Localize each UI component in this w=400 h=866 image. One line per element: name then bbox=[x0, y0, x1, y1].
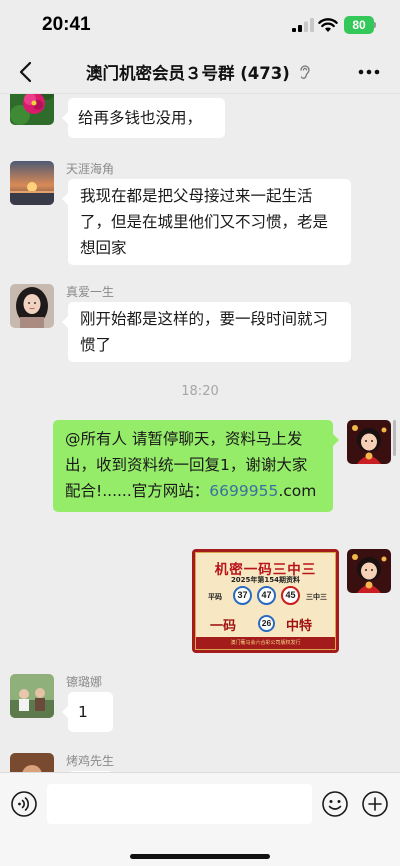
website-link[interactable]: 6699955 bbox=[209, 482, 278, 500]
message-bubble[interactable]: 刚开始都是这样的，要一段时间就习惯了 bbox=[62, 302, 351, 362]
ear-icon bbox=[300, 65, 310, 79]
number-ball: 37 bbox=[233, 586, 252, 605]
message-bubble-outgoing[interactable]: @所有人 请暂停聊天，资料马上发出，收到资料统一回复1，谢谢大家配合!.....… bbox=[53, 420, 339, 512]
message-bubble[interactable]: 我现在都是把父母接过来一起生活了，但是在城里他们又不习惯，老是想回家 bbox=[62, 179, 351, 265]
input-bar bbox=[0, 772, 400, 866]
my-avatar[interactable] bbox=[347, 420, 391, 464]
sender-name: 天涯海角 bbox=[66, 162, 115, 176]
battery-indicator: 80 bbox=[344, 16, 374, 34]
poster-content: 机密一码三中三 2025年第154期资料 平码 三中三 37 47 45 一码 … bbox=[195, 552, 336, 650]
poster-label-right: 三中三 bbox=[306, 593, 327, 601]
number-ball: 45 bbox=[281, 586, 300, 605]
poster-big-right: 中特 bbox=[286, 619, 313, 634]
home-indicator bbox=[130, 854, 270, 859]
message-text: 1 bbox=[78, 703, 88, 721]
special-number-ball: 26 bbox=[258, 615, 275, 632]
sender-name: 真爱一生 bbox=[66, 285, 115, 299]
avatar[interactable] bbox=[10, 674, 54, 718]
cellular-signal-icon bbox=[292, 18, 314, 32]
status-time: 20:41 bbox=[42, 14, 91, 35]
wifi-icon bbox=[318, 18, 338, 32]
chat-header: 澳门机密会员３号群 (473) bbox=[0, 50, 400, 94]
emoji-icon[interactable] bbox=[321, 790, 349, 818]
scrollbar[interactable] bbox=[393, 420, 396, 456]
avatar[interactable] bbox=[10, 753, 54, 772]
chat-messages[interactable]: 给再多钱也没用， 天涯海角 我现在都是把父母接过来一起生活了，但是在城里他们又不… bbox=[0, 94, 400, 772]
image-message[interactable]: 机密一码三中三 2025年第154期资料 平码 三中三 37 47 45 一码 … bbox=[192, 549, 339, 653]
sender-name: 镲璐娜 bbox=[66, 675, 103, 689]
poster-big-left: 一码 bbox=[210, 619, 237, 634]
more-dots-icon[interactable] bbox=[358, 69, 380, 75]
message-text: 刚开始都是这样的，要一段时间就习惯了 bbox=[80, 310, 329, 354]
status-bar: 20:41 80 bbox=[0, 0, 400, 50]
message-bubble[interactable]: 1 bbox=[62, 692, 113, 732]
plus-icon[interactable] bbox=[361, 790, 389, 818]
message-input[interactable] bbox=[47, 784, 312, 824]
avatar[interactable] bbox=[10, 284, 54, 328]
avatar[interactable] bbox=[10, 161, 54, 205]
message-bubble[interactable]: 给再多钱也没用， bbox=[62, 98, 225, 138]
chevron-left-icon[interactable] bbox=[14, 59, 40, 85]
avatar[interactable] bbox=[10, 94, 54, 125]
poster-subtitle: 2025年第154期资料 bbox=[230, 576, 301, 584]
battery-tip bbox=[374, 22, 376, 28]
message-text: 给再多钱也没用， bbox=[78, 109, 203, 127]
chat-title: 澳门机密会员３号群 (473) bbox=[86, 64, 290, 83]
message-text-suffix: .com bbox=[278, 482, 317, 500]
sender-name: 烤鸡先生 bbox=[66, 754, 115, 768]
message-text: 我现在都是把父母接过来一起生活了，但是在城里他们又不习惯，老是想回家 bbox=[80, 187, 329, 257]
voice-icon[interactable] bbox=[10, 790, 38, 818]
poster-label-left: 平码 bbox=[208, 593, 222, 601]
poster-footer: 澳门葡马会六合彩公司版权发行 bbox=[196, 637, 335, 649]
time-separator: 18:20 bbox=[181, 384, 219, 399]
my-avatar[interactable] bbox=[347, 549, 391, 593]
number-ball: 47 bbox=[257, 586, 276, 605]
